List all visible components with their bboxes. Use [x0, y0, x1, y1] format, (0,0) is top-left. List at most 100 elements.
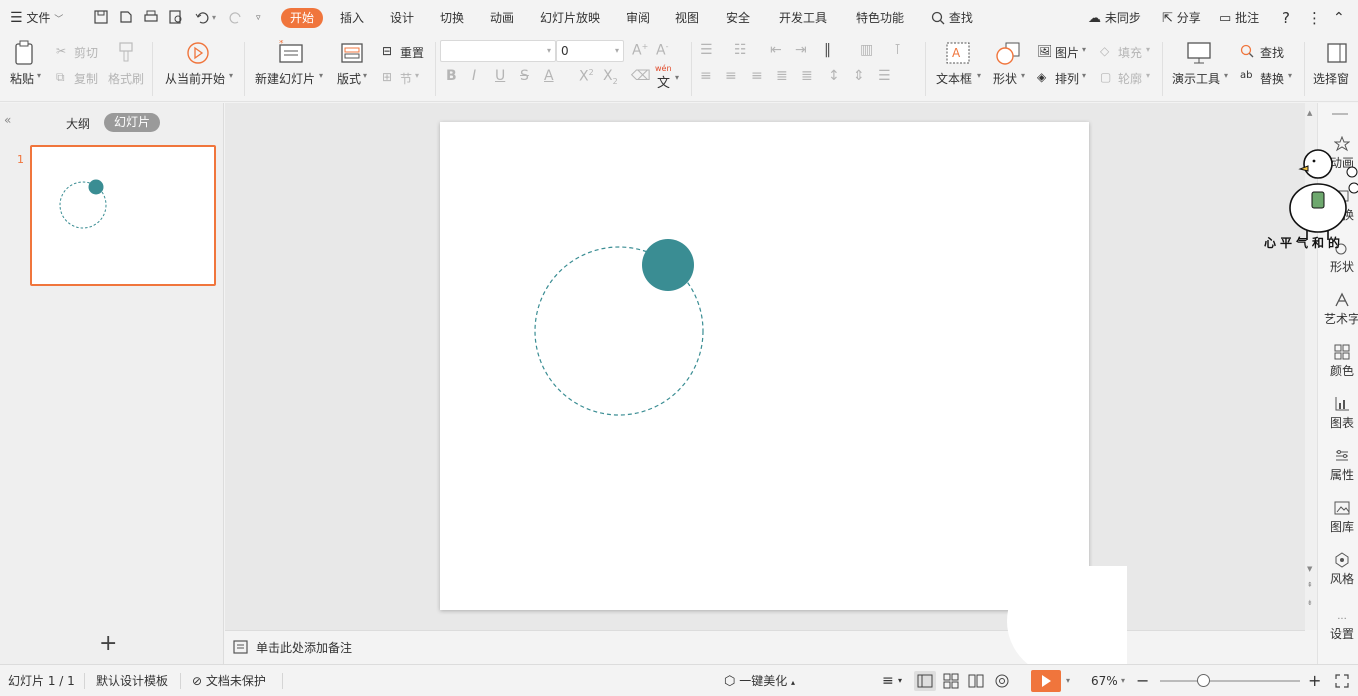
textbox-button[interactable]: 文本框 — [936, 70, 972, 87]
zoom-out-icon[interactable]: − — [1136, 665, 1149, 696]
align-left-icon[interactable]: ≡ — [700, 68, 712, 84]
paste-icon[interactable] — [12, 40, 38, 66]
picture-dropdown-icon[interactable]: ▾ — [1082, 45, 1086, 54]
pane-handle[interactable] — [1332, 113, 1348, 115]
replace-dropdown-icon[interactable]: ▾ — [1288, 71, 1292, 80]
tab-developer[interactable]: 开发工具 — [779, 0, 827, 36]
tab-animation[interactable]: 动画 — [490, 0, 514, 36]
text-direction-icon[interactable]: ‖ — [824, 42, 831, 58]
format-painter-icon[interactable] — [116, 41, 136, 63]
new-slide-icon[interactable]: * — [278, 40, 304, 66]
from-current-button[interactable]: 从当前开始 — [165, 70, 225, 87]
numbering-icon[interactable]: ☷ — [734, 42, 747, 58]
play-from-current-icon[interactable] — [186, 41, 210, 65]
zoom-slider-thumb[interactable] — [1197, 674, 1210, 687]
tab-security[interactable]: 安全 — [726, 0, 750, 36]
sync-button[interactable]: ☁ 未同步 — [1088, 0, 1141, 36]
paste-button[interactable]: 粘贴 — [10, 70, 34, 87]
bullets-icon[interactable]: ☰ — [700, 42, 713, 58]
collapse-panel-icon[interactable]: « — [4, 113, 11, 127]
arrange-button[interactable]: 排列 — [1055, 70, 1079, 87]
comment-button[interactable]: ▭ 批注 — [1219, 0, 1259, 36]
presenter-tools-dropdown-icon[interactable]: ▾ — [1224, 71, 1228, 80]
paste-dropdown-icon[interactable]: ▾ — [37, 71, 41, 80]
save-icon[interactable] — [93, 9, 109, 25]
new-slide-button[interactable]: 新建幻灯片 — [255, 70, 315, 87]
one-click-beautify-button[interactable]: ⬡ 一键美化 ▴ — [724, 665, 795, 696]
layout-dropdown-icon[interactable]: ▾ — [363, 71, 367, 80]
zoom-in-icon[interactable]: + — [1308, 665, 1321, 696]
font-name-select[interactable]: ▾ — [440, 40, 556, 62]
align-center-icon[interactable]: ≡ — [725, 68, 737, 84]
textbox-icon[interactable]: A — [945, 41, 971, 65]
zoom-dropdown-icon[interactable]: ▾ — [1121, 665, 1125, 696]
presenter-tools-icon[interactable] — [1186, 41, 1212, 65]
tab-review[interactable]: 审阅 — [626, 0, 650, 36]
output-pdf-icon[interactable] — [118, 9, 134, 25]
outline-button[interactable]: 轮廓 — [1118, 70, 1142, 87]
tab-design[interactable]: 设计 — [390, 0, 414, 36]
decrease-indent-icon[interactable]: ⇤ — [770, 42, 782, 58]
presenter-tools-button[interactable]: 演示工具 — [1172, 70, 1220, 87]
shape-dropdown-icon[interactable]: ▾ — [1021, 71, 1025, 80]
new-slide-dropdown-icon[interactable]: ▾ — [319, 71, 323, 80]
section-dropdown-icon[interactable]: ▾ — [415, 71, 419, 80]
tab-home[interactable]: 开始 — [281, 8, 323, 28]
font-color-icon[interactable]: A — [544, 68, 554, 84]
align-text-icon[interactable]: ⊺ — [894, 42, 901, 58]
customize-toolbar-icon[interactable]: ▿ — [256, 0, 261, 36]
from-current-dropdown-icon[interactable]: ▾ — [229, 71, 233, 80]
pane-settings[interactable]: ··· 设置 — [1318, 615, 1358, 642]
clear-format-icon[interactable]: ⌫ — [631, 68, 651, 84]
redo-icon[interactable] — [228, 9, 244, 25]
phonetic-guide-icon[interactable]: 文 — [657, 72, 670, 91]
collapse-ribbon-icon[interactable]: ⌃ — [1333, 0, 1345, 36]
pane-gallery[interactable]: 图库 — [1318, 500, 1358, 535]
print-preview-icon[interactable] — [168, 9, 184, 25]
fill-dropdown-icon[interactable]: ▾ — [1146, 45, 1150, 54]
pane-properties[interactable]: 属性 — [1318, 448, 1358, 483]
notes-toggle-dropdown-icon[interactable]: ▾ — [898, 665, 902, 696]
zoom-level[interactable]: 67% — [1091, 665, 1118, 696]
pane-color[interactable]: 颜色 — [1318, 344, 1358, 379]
strikethrough-icon[interactable]: S — [520, 68, 529, 84]
presenter-view-icon[interactable] — [992, 673, 1012, 689]
tab-transitions[interactable]: 切换 — [440, 0, 464, 36]
prev-slide-icon[interactable]: ⇞ — [1307, 581, 1313, 589]
find-button[interactable]: 查找 — [1260, 44, 1284, 61]
play-dropdown-icon[interactable]: ▾ — [1066, 665, 1070, 696]
slide-thumbnail[interactable] — [30, 145, 216, 286]
notes-pane[interactable]: 单击此处添加备注 — [225, 630, 1305, 663]
align-right-icon[interactable]: ≡ — [751, 68, 763, 84]
increase-font-icon[interactable]: A+ — [632, 42, 648, 59]
more-icon[interactable]: ⋮ — [1307, 0, 1322, 36]
cut-button[interactable]: 剪切 — [74, 44, 98, 61]
tab-outline[interactable]: 大纲 — [66, 115, 90, 132]
reading-view-icon[interactable] — [967, 673, 985, 689]
paragraph-settings-icon[interactable]: ☰ — [878, 68, 891, 84]
decrease-font-icon[interactable]: A- — [656, 42, 668, 59]
picture-button[interactable]: 图片 — [1055, 44, 1079, 61]
columns-icon[interactable]: ▥ — [860, 42, 873, 58]
increase-indent-icon[interactable]: ⇥ — [795, 42, 807, 58]
selection-pane-icon[interactable] — [1326, 41, 1350, 65]
distribute-icon[interactable]: ≣ — [801, 68, 813, 84]
line-spacing-icon[interactable]: ↕ — [828, 68, 840, 84]
tab-slides[interactable]: 幻灯片 — [104, 113, 160, 132]
superscript-icon[interactable]: X2 — [579, 68, 594, 85]
format-painter-button[interactable]: 格式刷 — [108, 70, 144, 87]
notes-toggle-icon[interactable]: ≡ — [882, 665, 894, 696]
shape-button[interactable]: 形状 — [993, 70, 1017, 87]
textbox-dropdown-icon[interactable]: ▾ — [977, 71, 981, 80]
print-icon[interactable] — [143, 9, 159, 25]
slide-sorter-icon[interactable] — [942, 673, 960, 689]
subscript-icon[interactable]: X2 — [603, 68, 618, 86]
reset-button[interactable]: 重置 — [400, 44, 424, 61]
shape-icon[interactable] — [996, 41, 1022, 65]
help-icon[interactable]: ? — [1282, 0, 1290, 36]
layout-icon[interactable] — [340, 41, 364, 65]
tab-slideshow[interactable]: 幻灯片放映 — [540, 0, 600, 36]
teal-dot-shape[interactable] — [642, 239, 694, 291]
tab-special[interactable]: 特色功能 — [856, 0, 904, 36]
font-size-select[interactable]: 0 ▾ — [556, 40, 624, 62]
